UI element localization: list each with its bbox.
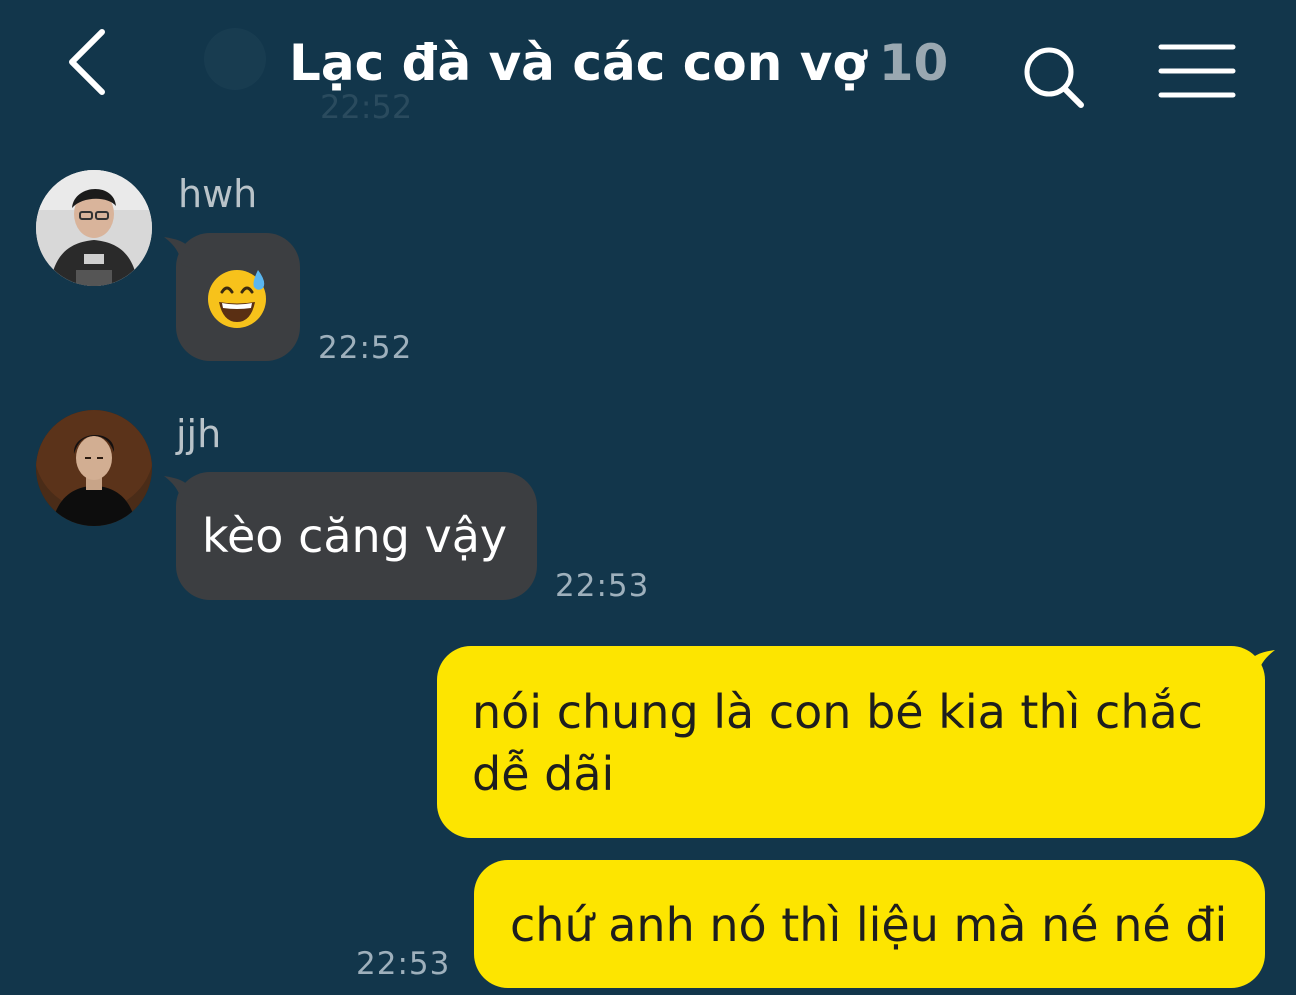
chat-screen: 22:52 Lạc đà và các con vợ 10 hwh 22:52 … [0,0,1296,995]
sweat-smile-emoji-icon [208,270,266,328]
screen-edge [1296,0,1316,995]
bubble-tail [164,476,194,508]
profile-photo-hwh [36,170,152,286]
avatar-jjh[interactable] [36,410,152,526]
chat-header: 22:52 Lạc đà và các con vợ 10 [0,0,1296,130]
message-text: chứ anh nó thì liệu mà né né đi [510,898,1228,952]
message-text-line-1: nói chung là con bé kia thì chắc [472,685,1203,739]
chat-title: Lạc đà và các con vợ 10 [289,28,948,98]
message-text-line-2: dễ dãi [472,747,615,801]
back-button[interactable] [58,22,128,102]
menu-button[interactable] [1155,38,1239,108]
chat-title-text: Lạc đà và các con vợ [289,34,867,92]
message-text: kèo căng vậy [202,509,508,563]
message-time: 22:53 [356,946,451,982]
bubble-tail [164,237,194,269]
bubble-tail [1245,650,1275,682]
message-bubble-outgoing[interactable]: nói chung là con bé kia thì chắc dễ dãi [437,646,1275,838]
hamburger-menu-icon [1158,44,1236,98]
message-time: 22:53 [555,568,650,604]
sender-name: jjh [176,412,222,456]
sender-name: hwh [178,172,258,216]
message-bubble[interactable]: kèo căng vậy [164,472,537,600]
profile-photo-jjh [36,410,152,526]
member-count: 10 [878,34,949,92]
faded-avatar [204,28,266,90]
message-bubble-outgoing[interactable]: chứ anh nó thì liệu mà né né đi [474,860,1265,988]
chevron-left-icon [69,29,105,95]
search-button[interactable] [1015,38,1095,118]
message-bubble[interactable] [164,233,300,361]
message-time: 22:52 [318,330,413,366]
emoji-sweat-smile [206,266,270,330]
avatar-hwh[interactable] [36,170,152,286]
search-icon [1024,47,1084,108]
